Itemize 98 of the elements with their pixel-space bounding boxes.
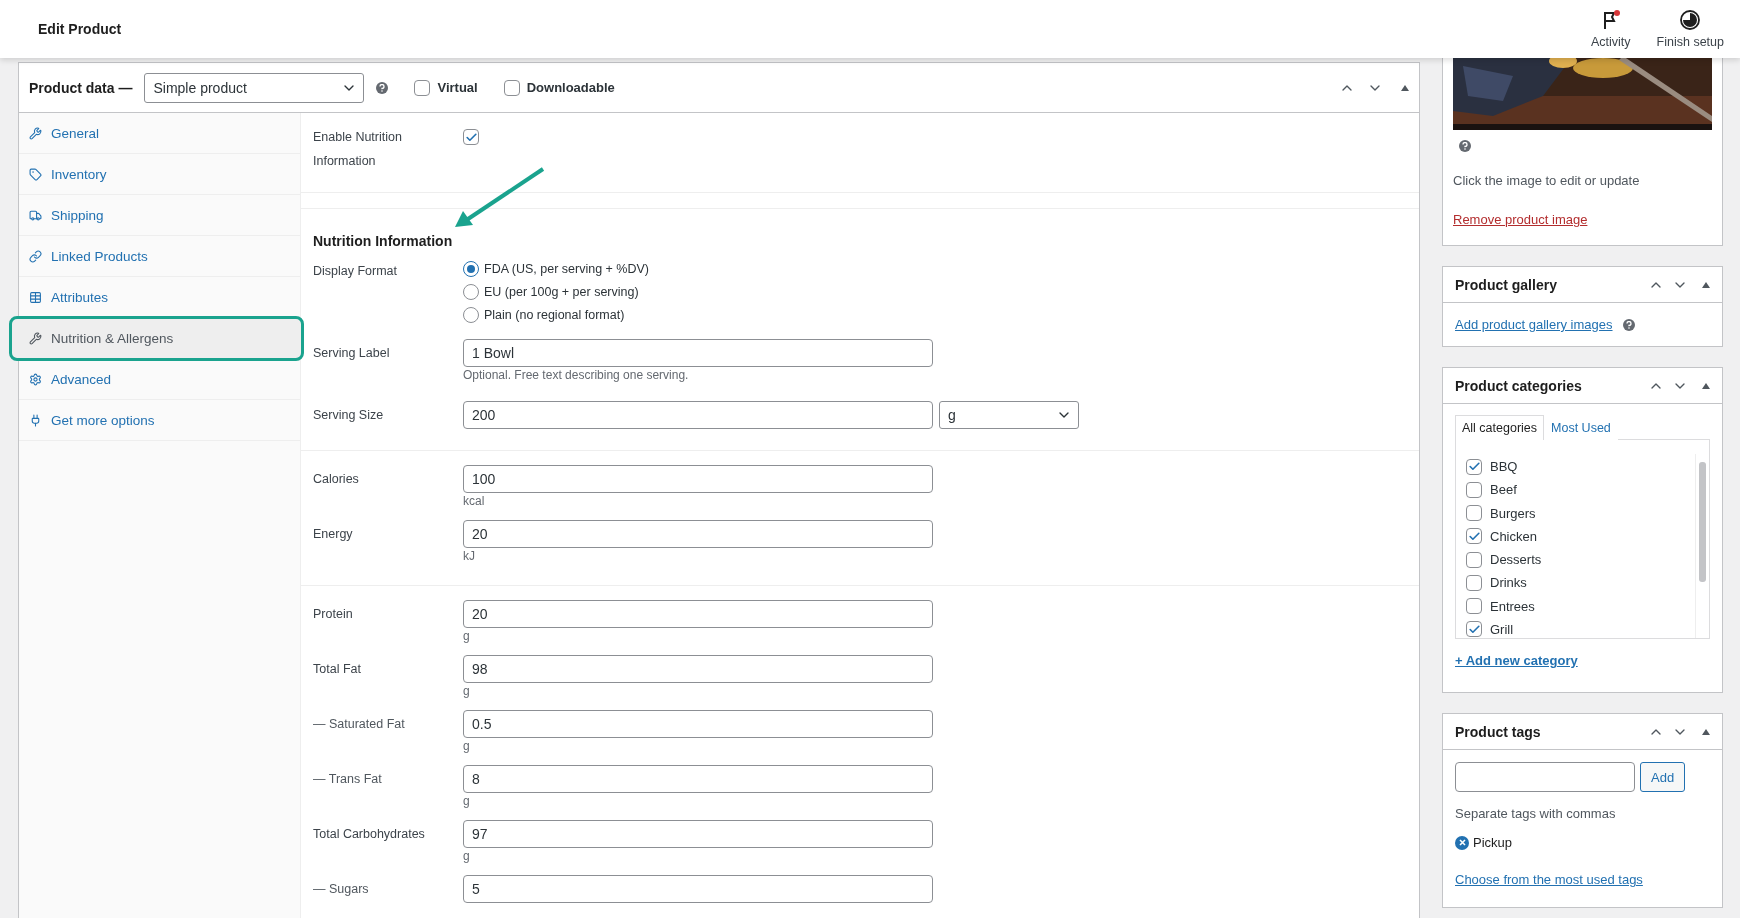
link-icon [29, 249, 43, 263]
product-type-select[interactable]: Simple product [144, 72, 365, 103]
add-category-link[interactable]: + Add new category [1455, 653, 1578, 668]
checkbox[interactable] [463, 129, 479, 145]
checkbox-label: Virtual [437, 80, 478, 95]
panel-title: Product gallery [1455, 276, 1558, 293]
table-icon [29, 290, 43, 304]
tab[interactable]: General [19, 113, 300, 154]
add-button[interactable]: Add [1640, 762, 1686, 792]
field-label: Serving Size [313, 407, 385, 424]
tab[interactable]: Shipping [19, 195, 300, 236]
unit-select[interactable]: g [939, 401, 1079, 429]
unit-label: g [463, 738, 471, 754]
checkbox[interactable] [1466, 505, 1482, 522]
number-field[interactable]: 97 [463, 820, 933, 848]
field-label: Display Format [313, 263, 399, 280]
field-label: Calories [313, 471, 360, 488]
scrollbar-thumb[interactable] [1699, 462, 1706, 582]
category-label: Grill [1490, 621, 1514, 637]
checkbox-label: Downloadable [526, 80, 615, 95]
checkbox[interactable] [1466, 621, 1482, 638]
field-label: Total Carbohydrates [313, 826, 426, 843]
number-field[interactable]: 200 [463, 401, 933, 429]
tab[interactable]: Linked Products [19, 236, 300, 277]
checkbox[interactable] [414, 79, 431, 96]
checkbox[interactable] [1466, 598, 1482, 615]
add-gallery-link[interactable]: Add product gallery images [1455, 317, 1613, 332]
tag-field[interactable] [1455, 762, 1635, 792]
number-field[interactable]: 98 [463, 655, 933, 683]
help-icon [376, 81, 389, 94]
tab[interactable]: Nutrition & Allergens [11, 318, 302, 359]
collapse-icon[interactable] [1702, 728, 1710, 735]
header-action[interactable]: Activity [1587, 5, 1635, 53]
number-field[interactable]: 8 [463, 765, 933, 793]
panel-title: Product categories [1455, 377, 1583, 394]
wrench-icon [29, 331, 43, 345]
field-label: Serving Label [313, 345, 391, 362]
page-title: Edit Product [38, 21, 122, 37]
collapse-icon[interactable] [1702, 281, 1710, 288]
number-field[interactable]: 20 [463, 520, 933, 548]
category-label: BBQ [1490, 459, 1518, 475]
tag-icon [29, 167, 43, 181]
field-label: — Trans Fat [313, 771, 383, 788]
category-tab[interactable]: All categories [1455, 415, 1545, 440]
wrench-icon [29, 126, 43, 140]
category-label: Beef [1490, 482, 1517, 498]
number-field[interactable]: 20 [463, 600, 933, 628]
checkbox[interactable] [503, 79, 520, 96]
field-label: — Sugars [313, 881, 370, 898]
unit-label: kcal [463, 493, 486, 509]
most-used-tags-link[interactable]: Choose from the most used tags [1455, 872, 1643, 887]
tab[interactable]: Get more options [19, 400, 300, 441]
tab[interactable]: Inventory [19, 154, 300, 195]
header-action[interactable]: Finish setup [1652, 5, 1728, 53]
number-field[interactable]: 0.5 [463, 710, 933, 738]
progress-icon [1679, 9, 1702, 31]
collapse-icon[interactable] [1401, 84, 1409, 91]
unit-label: g [463, 848, 471, 864]
help-icon [1622, 318, 1635, 331]
tag-label: Pickup [1473, 835, 1513, 850]
collapse-icon[interactable] [1702, 382, 1710, 389]
field-label: — Saturated Fat [313, 716, 406, 733]
unit-label: g [463, 793, 471, 809]
panel-title: Product data — [29, 79, 133, 96]
tab[interactable]: Advanced [19, 359, 300, 400]
help-icon [1459, 140, 1471, 152]
remove-icon[interactable] [1455, 835, 1469, 850]
checkbox[interactable] [1466, 458, 1482, 475]
field-label: Protein [313, 606, 354, 623]
hint-text: Separate tags with commas [1455, 806, 1617, 821]
section-heading: Nutrition Information [313, 233, 454, 249]
field-label: Enable Nutrition Information [313, 129, 403, 170]
number-field[interactable]: 100 [463, 465, 933, 493]
radio-label: FDA (US, per serving + %DV) [484, 262, 649, 276]
panel-title: Product tags [1455, 723, 1542, 740]
text-field[interactable]: 1 Bowl [463, 339, 933, 367]
category-label: Chicken [1490, 528, 1537, 544]
radio-label: EU (per 100g + per serving) [484, 285, 639, 299]
unit-label: kJ [463, 548, 476, 564]
unit-label: g [463, 628, 471, 644]
unit-label: g [463, 683, 471, 699]
truck-icon [29, 208, 43, 222]
category-label: Entrees [1490, 598, 1535, 614]
category-label: Drinks [1490, 575, 1527, 591]
field-hint: Optional. Free text describing one serving. [463, 367, 690, 383]
checkbox[interactable] [1466, 481, 1482, 498]
checkbox[interactable] [1466, 528, 1482, 545]
category-label: Desserts [1490, 552, 1542, 568]
category-label: Burgers [1490, 505, 1536, 521]
checkbox[interactable] [1466, 551, 1482, 568]
number-field[interactable]: 5 [463, 875, 933, 903]
field-label: Energy [313, 526, 354, 543]
caption-text: Click the image to edit or update [1453, 173, 1641, 188]
radio-label: Plain (no regional format) [484, 308, 625, 322]
field-label: Total Fat [313, 661, 362, 678]
settings-icon [29, 372, 43, 386]
remove-image-link[interactable]: Remove product image [1453, 212, 1588, 227]
checkbox[interactable] [1466, 574, 1482, 591]
